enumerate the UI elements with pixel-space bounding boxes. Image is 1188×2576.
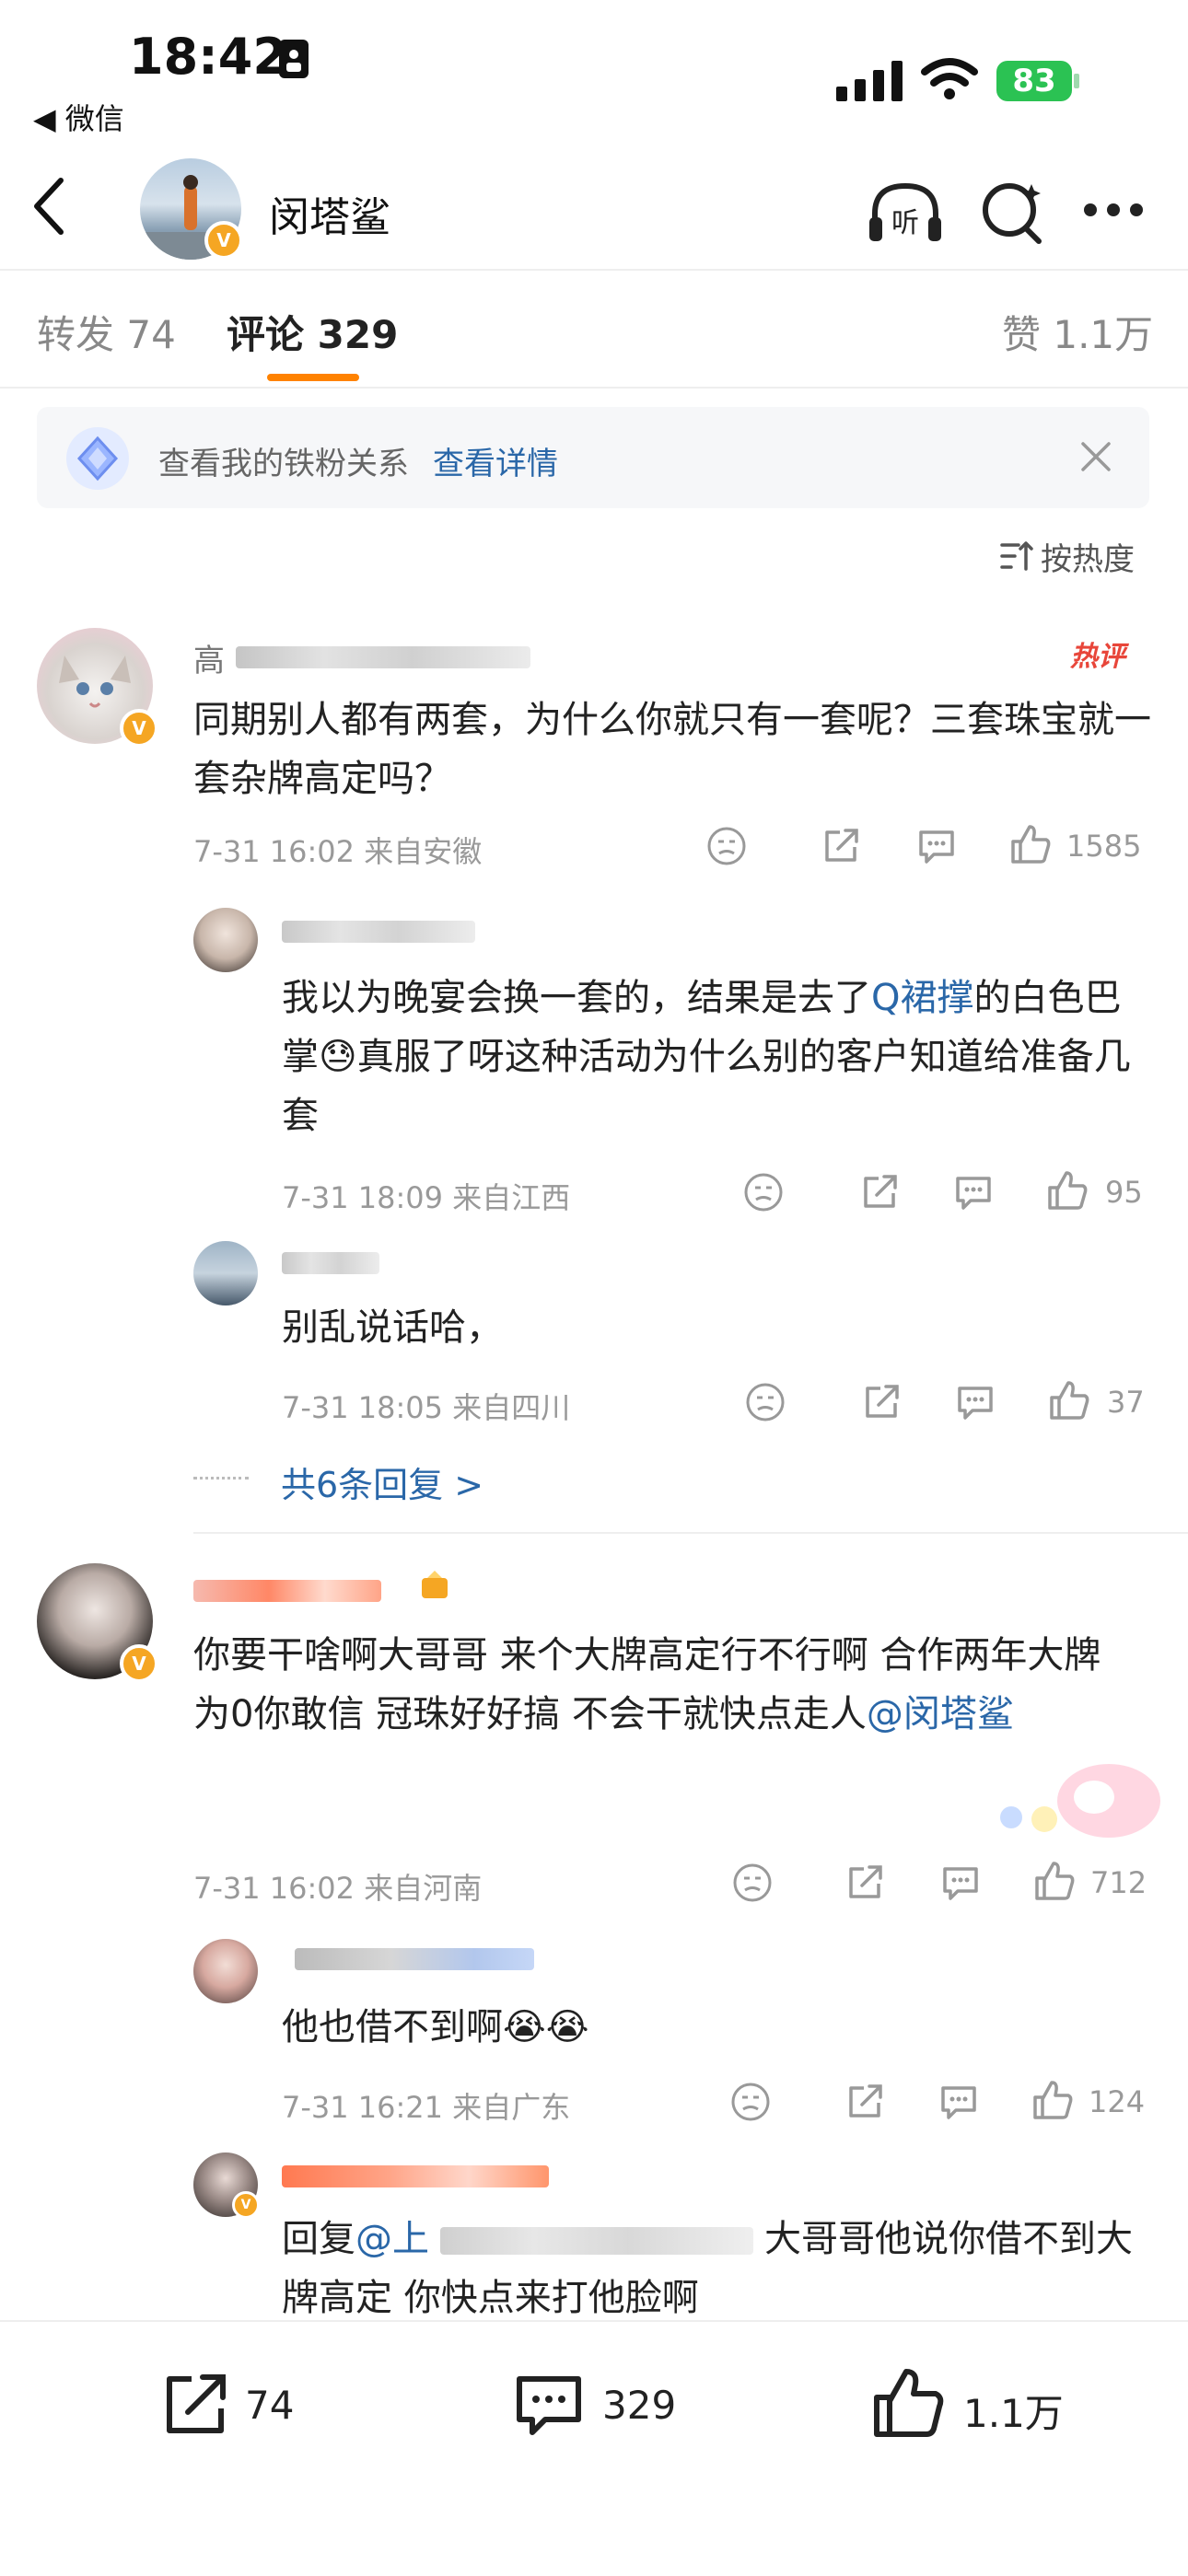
share-icon[interactable] <box>844 2081 886 2123</box>
reply-meta: 7-31 16:21 来自广东 <box>282 2090 571 2125</box>
verified-badge-icon: V <box>120 709 158 748</box>
comment-bubble-icon[interactable] <box>954 1381 996 1423</box>
dislike-face-icon[interactable] <box>744 1381 786 1423</box>
battery-level: 83 <box>996 61 1072 101</box>
ai-search-icon[interactable] <box>978 177 1048 247</box>
reply-prefix: 回复 <box>282 2218 355 2260</box>
tab-likes[interactable]: 赞 1.1万 <box>1002 304 1153 360</box>
like-count: 1585 <box>1066 829 1142 864</box>
banner-text: 查看我的铁粉关系 <box>158 446 409 482</box>
svg-text:听: 听 <box>891 207 919 239</box>
tabs-divider <box>0 387 1188 389</box>
page-title: 闵塔鲨 <box>269 194 390 241</box>
back-to-app-link[interactable]: ◀ 微信 <box>33 96 124 138</box>
listen-icon[interactable]: 听 <box>866 180 945 247</box>
comment-sticker-icon <box>989 1753 1164 1845</box>
comment-bubble-icon[interactable] <box>952 1171 995 1213</box>
name-blur <box>282 921 475 943</box>
sort-button[interactable]: 按热度 <box>1041 534 1135 579</box>
reply-meta: 7-31 18:05 来自四川 <box>282 1390 571 1425</box>
like-count-total[interactable]: 1.1万 <box>963 2383 1064 2439</box>
comment-count[interactable]: 329 <box>602 2383 676 2428</box>
verified-badge-icon: V <box>232 2191 260 2219</box>
replier-avatar[interactable] <box>193 908 258 972</box>
mention-blur <box>440 2227 753 2255</box>
comment-meta: 7-31 16:02 来自河南 <box>193 1871 483 1906</box>
name-blur <box>236 646 530 668</box>
close-icon[interactable] <box>1079 440 1112 473</box>
name-blur <box>295 1948 534 1970</box>
comment-meta: 7-31 16:02 来自安徽 <box>193 834 483 869</box>
share-icon[interactable] <box>858 1171 901 1213</box>
fan-badge-icon <box>418 1569 451 1602</box>
hot-comment-badge: 热评 <box>1070 641 1125 673</box>
verified-badge-icon: V <box>120 1644 158 1683</box>
share-icon[interactable] <box>820 825 862 867</box>
diamond-icon <box>63 424 133 493</box>
comment-text: 同期别人都有两套，为什么你就只有一套呢？三套珠宝就一套杂牌高定吗？ <box>193 699 1151 800</box>
thumbs-up-icon[interactable] <box>1046 1169 1089 1212</box>
comment-divider <box>193 1532 1188 1534</box>
share-icon[interactable] <box>844 1862 886 1904</box>
dislike-face-icon[interactable] <box>705 825 748 867</box>
reply-text-start: 我以为晚宴会换一套的，结果是去了 <box>282 977 871 1019</box>
active-tab-indicator <box>267 374 359 381</box>
thumbs-up-icon[interactable] <box>1031 2079 1074 2121</box>
replier-avatar[interactable] <box>193 1939 258 2003</box>
more-replies-link[interactable]: 共6条回复 > <box>281 1456 483 1507</box>
name-blur <box>282 1252 379 1274</box>
dislike-face-icon[interactable] <box>731 1862 774 1904</box>
verified-badge-icon: V <box>204 221 243 260</box>
like-count: 95 <box>1105 1175 1143 1210</box>
tab-comments[interactable]: 评论 329 <box>227 304 398 360</box>
status-time: 18:42 <box>129 28 287 86</box>
battery-cap-icon <box>1074 74 1079 88</box>
thumbs-up-icon[interactable] <box>1048 1379 1090 1421</box>
tab-repost[interactable]: 转发 74 <box>37 304 176 360</box>
sort-icon[interactable] <box>998 538 1035 574</box>
like-icon[interactable] <box>869 2364 947 2442</box>
like-count: 37 <box>1107 1385 1145 1420</box>
dislike-face-icon[interactable] <box>742 1171 785 1213</box>
cellular-signal-icon <box>836 61 906 101</box>
mention-link[interactable]: @上 <box>355 2218 429 2260</box>
comment-text: 你要干啥啊大哥哥 来个大牌高定行不行啊 合作两年大牌为0你敢信 冠珠好好搞 不会… <box>193 1626 1133 1744</box>
comment-bubble-icon[interactable] <box>915 825 958 867</box>
share-icon[interactable] <box>860 1381 903 1423</box>
reply-text: 我以为晚宴会换一套的，结果是去了Q裙撑的白色巴掌😓真服了呀这种活动为什么别的客户… <box>282 969 1157 1145</box>
comment-bubble-icon[interactable] <box>938 2081 980 2123</box>
banner-link[interactable]: 查看详情 <box>433 438 558 483</box>
bottom-action-bar <box>0 2320 1188 2576</box>
header-divider <box>0 269 1188 271</box>
reply-text: 别乱说话哈， <box>282 1306 503 1349</box>
like-count: 124 <box>1089 2084 1146 2119</box>
comment-icon[interactable] <box>512 2368 586 2442</box>
reply-text: 回复@上 大哥哥他说你借不到大牌高定 你快点来打他脸啊 <box>282 2210 1147 2327</box>
mention-link[interactable]: @闵塔鲨 <box>867 1693 1014 1735</box>
thumbs-up-icon[interactable] <box>1009 823 1052 865</box>
repost-icon[interactable] <box>158 2368 232 2442</box>
more-dots <box>193 1477 249 1479</box>
comment-bubble-icon[interactable] <box>939 1862 982 1904</box>
like-count: 712 <box>1090 1865 1147 1900</box>
back-arrow-icon[interactable] <box>31 177 68 236</box>
topic-link[interactable]: Q裙撑 <box>871 977 973 1019</box>
wifi-icon <box>921 57 978 101</box>
replier-avatar[interactable] <box>193 1241 258 1305</box>
name-blur <box>193 1580 381 1602</box>
reply-text: 他也借不到啊😭😭 <box>282 2006 589 2048</box>
dislike-face-icon[interactable] <box>729 2081 772 2123</box>
portrait-lock-icon <box>278 39 309 79</box>
thumbs-up-icon[interactable] <box>1033 1860 1076 1902</box>
name-blur <box>282 2165 549 2187</box>
repost-count[interactable]: 74 <box>245 2383 294 2428</box>
reply-meta: 7-31 18:09 来自江西 <box>282 1180 571 1215</box>
more-options-icon[interactable] <box>1083 203 1144 217</box>
commenter-name[interactable]: 高 <box>193 635 225 680</box>
